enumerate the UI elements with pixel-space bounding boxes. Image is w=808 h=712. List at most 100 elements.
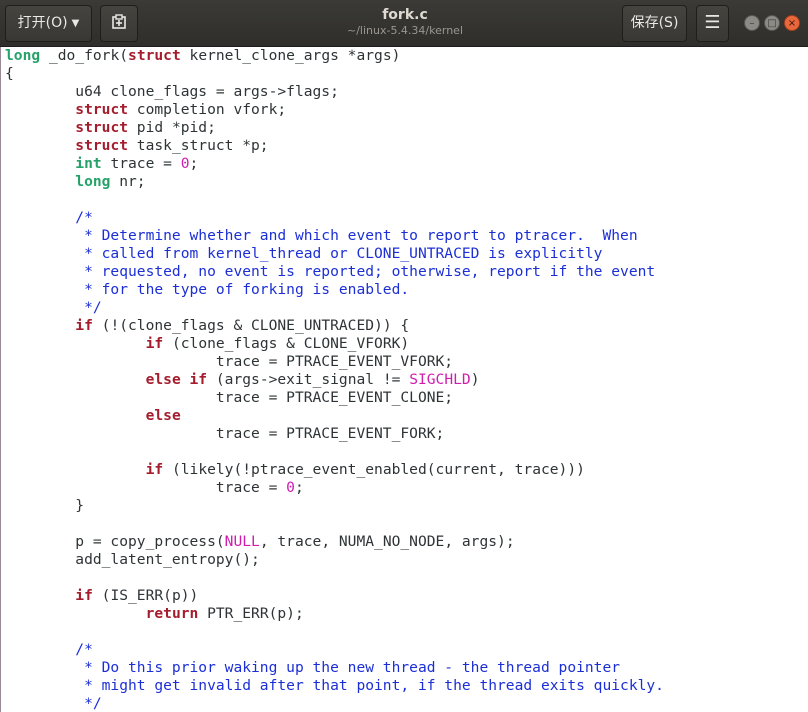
comment-token: */ [5,299,102,316]
keyword-token: if [75,317,93,334]
code-token: nr; [110,173,146,190]
code-token: add_latent_entropy(); [5,551,260,568]
code-line: * requested, no event is reported; other… [5,263,808,281]
code-line: p = copy_process(NULL, trace, NUMA_NO_NO… [5,533,808,551]
code-token: (clone_flags & CLONE_VFORK) [163,335,410,352]
code-token: ) [470,371,480,388]
keyword-token: if [145,335,164,352]
type-token: long [75,173,111,190]
chevron-down-icon: ▼ [71,18,80,29]
code-token: ; [189,155,199,172]
code-line: struct completion vfork; [5,101,808,119]
code-token: trace = PTRACE_EVENT_CLONE; [5,389,454,406]
minimize-button[interactable]: – [744,15,760,31]
document-path: ~/linux-5.4.34/kernel [346,24,464,37]
code-line: trace = PTRACE_EVENT_VFORK; [5,353,808,371]
hamburger-menu-icon: ☰ [704,12,721,33]
code-line: if (clone_flags & CLONE_VFORK) [5,335,808,353]
code-token: completion vfork; [128,101,287,118]
constant-token: SIGCHLD [409,371,471,388]
close-icon: × [787,18,797,29]
code-token: (!(clone_flags & CLONE_UNTRACED)) { [92,317,410,334]
constant-token: 0 [180,155,190,172]
comment-token: * Do this prior waking up the new thread… [5,659,621,676]
code-token: , trace, NUMA_NO_NODE, args); [259,533,515,550]
maximize-icon: □ [767,18,777,29]
code-line: trace = PTRACE_EVENT_CLONE; [5,389,808,407]
minimize-icon: – [749,18,755,29]
code-line: */ [5,299,808,317]
code-token: { [5,65,14,82]
code-line: /* [5,641,808,659]
code-token: ; [294,479,304,496]
menu-button[interactable]: ☰ [696,5,729,42]
code-line: * called from kernel_thread or CLONE_UNT… [5,245,808,263]
code-line: long nr; [5,173,808,191]
code-token: trace = [5,479,287,496]
code-line: * Do this prior waking up the new thread… [5,659,808,677]
open-button[interactable]: 打开(O) ▼ [5,5,92,42]
code-token: PTR_ERR(p); [198,605,304,622]
comment-token: * called from kernel_thread or CLONE_UNT… [5,245,603,262]
keyword-token: else if [145,371,208,388]
constant-token: NULL [224,533,260,550]
type-token: int [75,155,102,172]
code-token: } [5,497,85,514]
constant-token: 0 [286,479,295,496]
code-token: (args->exit_signal != [207,371,410,388]
code-token: (IS_ERR(p)) [92,587,199,604]
code-token: pid *pid; [128,119,216,136]
open-button-label: 打开(O) [17,15,68,31]
code-line: { [5,65,808,83]
code-token: (likely(!ptrace_event_enabled(current, t… [163,461,585,478]
comment-token: */ [5,695,102,712]
code-token: _do_fork( [40,47,129,64]
code-token: trace = PTRACE_EVENT_FORK; [5,425,445,442]
code-token: p = copy_process( [5,533,225,550]
header-bar: 打开(O) ▼ fork.c ~/linux-5.4.34/kernel 保存(S… [0,0,808,47]
code-line: trace = 0; [5,479,808,497]
comment-token: /* [75,209,93,226]
keyword-token: struct [75,137,129,154]
keyword-token: if [145,461,164,478]
text-editor[interactable]: long _do_fork(struct kernel_clone_args *… [0,47,808,712]
code-line: struct task_struct *p; [5,137,808,155]
save-button-label: 保存(S) [630,15,679,31]
keyword-token: struct [75,101,129,118]
comment-token: * requested, no event is reported; other… [5,263,656,280]
code-line: /* [5,209,808,227]
save-button[interactable]: 保存(S) [622,5,687,42]
new-document-button[interactable] [100,5,138,42]
code-line: * for the type of forking is enabled. [5,281,808,299]
document-title: fork.c [382,7,428,23]
code-token: u64 clone_flags = args->flags; [5,83,339,100]
code-view[interactable]: long _do_fork(struct kernel_clone_args *… [1,47,808,712]
code-token: trace = [101,155,181,172]
maximize-button[interactable]: □ [764,15,780,31]
code-line: else [5,407,808,425]
code-line: } [5,497,808,515]
window-title: fork.c ~/linux-5.4.34/kernel [300,6,510,38]
code-line: ​ [5,443,808,461]
comment-token: * Determine whether and which event to r… [5,227,638,244]
type-token: long [5,47,41,64]
comment-token: * for the type of forking is enabled. [5,281,410,298]
code-line: add_latent_entropy(); [5,551,808,569]
keyword-token: if [75,587,93,604]
code-token: kernel_clone_args *args) [180,47,401,64]
close-button[interactable]: × [784,15,800,31]
code-line: if (IS_ERR(p)) [5,587,808,605]
code-line: if (likely(!ptrace_event_enabled(current… [5,461,808,479]
